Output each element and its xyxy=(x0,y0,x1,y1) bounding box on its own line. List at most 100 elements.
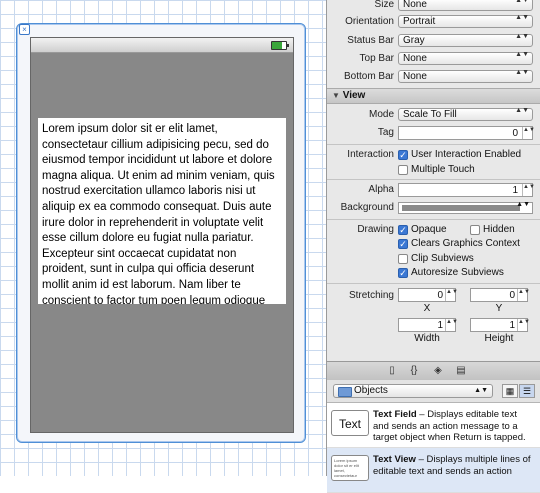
mode-popup[interactable]: Scale To Fill ▲▼ xyxy=(398,107,533,121)
hidden-checkbox[interactable] xyxy=(470,225,480,235)
interaction-row: Interaction ✓ User Interaction Enabled xyxy=(327,147,540,163)
clip-subviews-checkbox[interactable] xyxy=(398,254,408,264)
list-item-title: Text View xyxy=(373,454,416,465)
stretch-x-stepper[interactable]: ▲▼ xyxy=(445,289,458,301)
stretch-x-field[interactable]: 0 ▲▼ xyxy=(398,288,458,302)
clears-graphics-row: ✓ Clears Graphics Context xyxy=(327,236,540,252)
opaque-label: Opaque xyxy=(411,224,447,235)
clip-subviews-label: Clip Subviews xyxy=(411,253,474,264)
up-down-arrows-icon: ▲▼ xyxy=(515,0,529,4)
object-library-tab-icon[interactable]: ◈ xyxy=(431,364,445,377)
stretch-y-label: Y xyxy=(495,303,503,314)
stretch-width-field[interactable]: 1 ▲▼ xyxy=(398,318,458,332)
tag-label: Tag xyxy=(377,127,394,138)
size-value: None xyxy=(403,0,427,10)
alpha-field[interactable]: 1 ▲▼ xyxy=(398,183,535,197)
code-snippet-tab-icon[interactable]: {} xyxy=(407,364,421,377)
view-section-title: View xyxy=(342,90,366,101)
multiple-touch-checkbox[interactable] xyxy=(398,165,408,175)
stretch-y-field[interactable]: 0 ▲▼ xyxy=(470,288,530,302)
tag-stepper[interactable]: ▲▼ xyxy=(522,127,535,139)
stretch-height-value: 1 xyxy=(509,320,515,331)
status-bar-row: Status Bar Gray ▲▼ xyxy=(327,33,540,49)
size-popup[interactable]: None ▲▼ xyxy=(398,0,533,11)
stretch-width-label: Width xyxy=(414,333,440,344)
size-label: Size xyxy=(374,0,394,10)
background-color-well[interactable]: ▲▼ xyxy=(398,201,533,214)
bottom-bar-label: Bottom Bar xyxy=(343,71,394,82)
multiple-touch-label: Multiple Touch xyxy=(411,164,475,175)
list-item[interactable]: Text Text Field – Displays editable text… xyxy=(327,403,540,448)
alpha-stepper[interactable]: ▲▼ xyxy=(522,184,535,196)
orientation-value: Portrait xyxy=(403,16,436,27)
list-item[interactable]: Lorem ipsum dolor sit er elit lamet, con… xyxy=(327,448,540,493)
up-down-arrows-icon: ▲▼ xyxy=(516,201,530,208)
tag-field[interactable]: 0 ▲▼ xyxy=(398,126,535,140)
divider xyxy=(327,283,540,284)
background-row: Background ▲▼ xyxy=(327,200,540,216)
library-popup[interactable]: Objects ▲▼ xyxy=(333,384,493,398)
library-tab-bar: ▯ {} ◈ ▤ xyxy=(327,361,540,381)
list-view-icon[interactable]: ☰ xyxy=(519,384,535,398)
file-template-tab-icon[interactable]: ▯ xyxy=(385,364,399,377)
grid-view-icon[interactable]: ▦ xyxy=(502,384,518,398)
disclosure-triangle-icon[interactable]: ▼ xyxy=(332,91,340,100)
interaction-label: Interaction xyxy=(347,149,394,160)
divider xyxy=(327,219,540,220)
library-popup-value: Objects xyxy=(354,385,388,396)
user-interaction-checkbox[interactable]: ✓ xyxy=(398,150,408,160)
text-view[interactable]: Lorem ipsum dolor sit er elit lamet, con… xyxy=(38,118,286,304)
stretch-height-stepper[interactable]: ▲▼ xyxy=(517,319,530,331)
autoresize-subviews-checkbox[interactable]: ✓ xyxy=(398,268,408,278)
mode-row: Mode Scale To Fill ▲▼ xyxy=(327,107,540,123)
background-label: Background xyxy=(340,202,394,213)
bottom-bar-popup[interactable]: None ▲▼ xyxy=(398,69,533,83)
view-section-header[interactable]: ▼ View xyxy=(327,88,540,104)
stretch-height-field[interactable]: 1 ▲▼ xyxy=(470,318,530,332)
status-bar-popup[interactable]: Gray ▲▼ xyxy=(398,33,533,47)
up-down-arrows-icon: ▲▼ xyxy=(515,107,529,114)
battery-icon xyxy=(271,41,289,50)
bottom-bar-row: Bottom Bar None ▲▼ xyxy=(327,69,540,85)
text-view-object-icon: Lorem ipsum dolor sit er elit lamet, con… xyxy=(331,455,369,481)
close-icon[interactable]: × xyxy=(19,24,30,35)
up-down-arrows-icon: ▲▼ xyxy=(515,69,529,76)
top-bar-popup[interactable]: None ▲▼ xyxy=(398,51,533,65)
top-bar-value: None xyxy=(403,53,427,64)
orientation-popup[interactable]: Portrait ▲▼ xyxy=(398,14,533,28)
stretching-label: Stretching xyxy=(348,290,394,301)
attributes-inspector: Size None ▲▼ Orientation Portrait ▲▼ Statu… xyxy=(326,0,540,493)
divider xyxy=(327,144,540,145)
stretch-x-label: X xyxy=(423,303,431,314)
opaque-checkbox[interactable]: ✓ xyxy=(398,225,408,235)
up-down-arrows-icon: ▲▼ xyxy=(474,387,488,394)
stretch-width-stepper[interactable]: ▲▼ xyxy=(445,319,458,331)
stretch-y-value: 0 xyxy=(509,290,515,301)
top-bar-label: Top Bar xyxy=(359,53,394,64)
orientation-row: Orientation Portrait ▲▼ xyxy=(327,14,540,30)
orientation-label: Orientation xyxy=(345,16,394,27)
media-library-tab-icon[interactable]: ▤ xyxy=(454,364,468,377)
clears-graphics-context-checkbox[interactable]: ✓ xyxy=(398,239,408,249)
stretch-width-value: 1 xyxy=(437,320,443,331)
stretching-row: Stretching 0 ▲▼ 0 ▲▼ xyxy=(327,288,540,304)
mode-label: Mode xyxy=(368,109,394,120)
library-filter-bar: Objects ▲▼ ▦ ☰ xyxy=(327,380,540,403)
drawing-label: Drawing xyxy=(357,224,394,235)
alpha-row: Alpha 1 ▲▼ xyxy=(327,182,540,198)
simulated-status-bar xyxy=(31,38,293,53)
bottom-bar-value: None xyxy=(403,71,427,82)
stretch-y-stepper[interactable]: ▲▼ xyxy=(517,289,530,301)
main-view[interactable]: Lorem ipsum dolor sit er elit lamet, con… xyxy=(30,37,294,433)
list-item-title: Text Field xyxy=(373,409,417,420)
background-color-swatch xyxy=(402,205,520,211)
alpha-label: Alpha xyxy=(368,184,394,195)
multiple-touch-row: Multiple Touch xyxy=(327,162,540,178)
top-bar-row: Top Bar None ▲▼ xyxy=(327,51,540,67)
tag-value: 0 xyxy=(512,128,518,139)
design-canvas[interactable]: × Lorem ipsum dolor sit er elit lamet, c… xyxy=(0,0,326,476)
tag-row: Tag 0 ▲▼ xyxy=(327,125,540,141)
object-library-list: Text Text Field – Displays editable text… xyxy=(327,403,540,493)
size-row: Size None ▲▼ xyxy=(327,0,540,13)
up-down-arrows-icon: ▲▼ xyxy=(515,14,529,21)
